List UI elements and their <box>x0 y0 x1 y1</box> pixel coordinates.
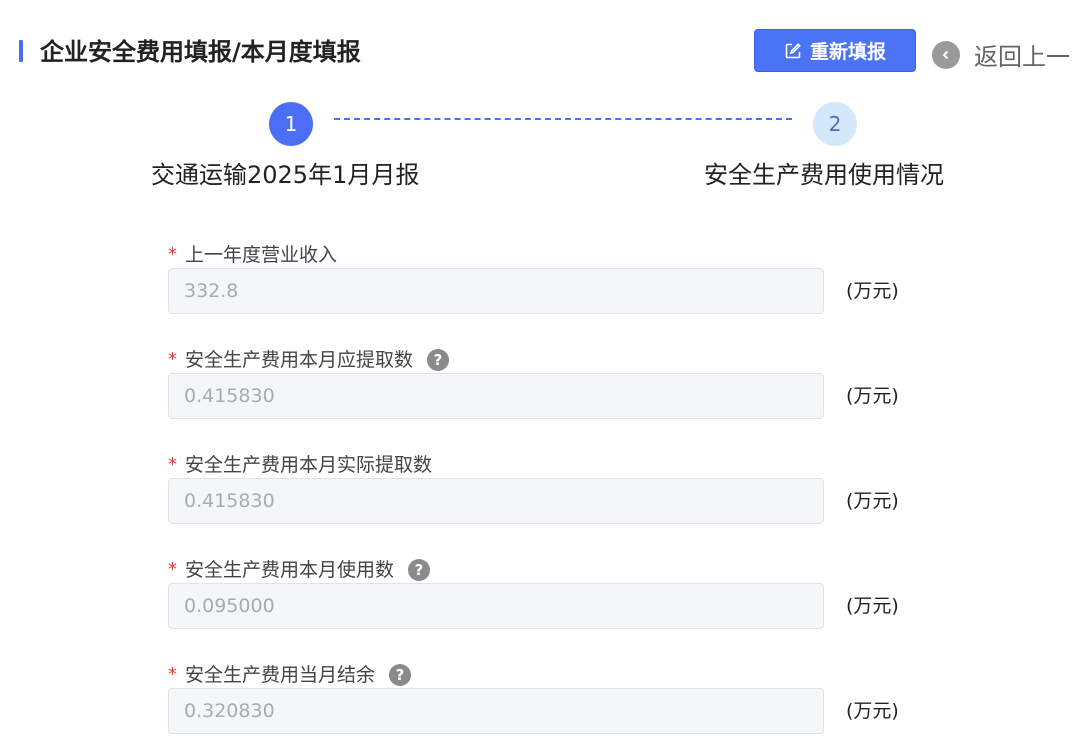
help-icon[interactable]: ? <box>427 349 450 371</box>
required-mark: * <box>168 349 177 370</box>
edit-icon <box>785 42 801 58</box>
unit-label: (万元) <box>846 595 899 617</box>
monthly-balance-input[interactable] <box>168 688 824 734</box>
chevron-left-icon <box>932 40 960 69</box>
step-2-label: 安全生产费用使用情况 <box>704 161 944 189</box>
unit-label: (万元) <box>846 490 899 512</box>
required-mark: * <box>168 244 177 265</box>
step-connector <box>334 118 792 120</box>
step-1-indicator: 1 <box>269 102 313 146</box>
step-2-indicator: 2 <box>813 102 857 146</box>
help-icon[interactable]: ? <box>408 559 431 581</box>
last-year-revenue-input[interactable] <box>168 268 824 314</box>
monthly-required-extraction-input[interactable] <box>168 373 824 419</box>
field-label: 安全生产费用本月应提取数 <box>185 349 414 371</box>
field-label: 安全生产费用当月结余 <box>185 664 376 686</box>
monthly-actual-extraction-input[interactable] <box>168 478 824 524</box>
title-accent-bar <box>19 40 23 62</box>
monthly-usage-input[interactable] <box>168 583 824 629</box>
back-link[interactable]: 返回上一 <box>932 37 1070 72</box>
refill-button[interactable]: 重新填报 <box>754 29 916 72</box>
required-mark: * <box>168 454 177 475</box>
required-mark: * <box>168 664 177 685</box>
page-title: 企业安全费用填报/本月度填报 <box>40 38 361 66</box>
back-link-label: 返回上一 <box>974 43 1070 71</box>
field-label: 安全生产费用本月使用数 <box>185 559 395 581</box>
refill-button-label: 重新填报 <box>809 41 886 63</box>
required-mark: * <box>168 559 177 580</box>
field-label: 安全生产费用本月实际提取数 <box>185 454 433 476</box>
unit-label: (万元) <box>846 385 899 407</box>
unit-label: (万元) <box>846 280 899 302</box>
help-icon[interactable]: ? <box>389 664 412 686</box>
step-1-label: 交通运输2025年1月月报 <box>151 161 420 189</box>
unit-label: (万元) <box>846 700 899 722</box>
field-label: 上一年度营业收入 <box>185 244 338 266</box>
